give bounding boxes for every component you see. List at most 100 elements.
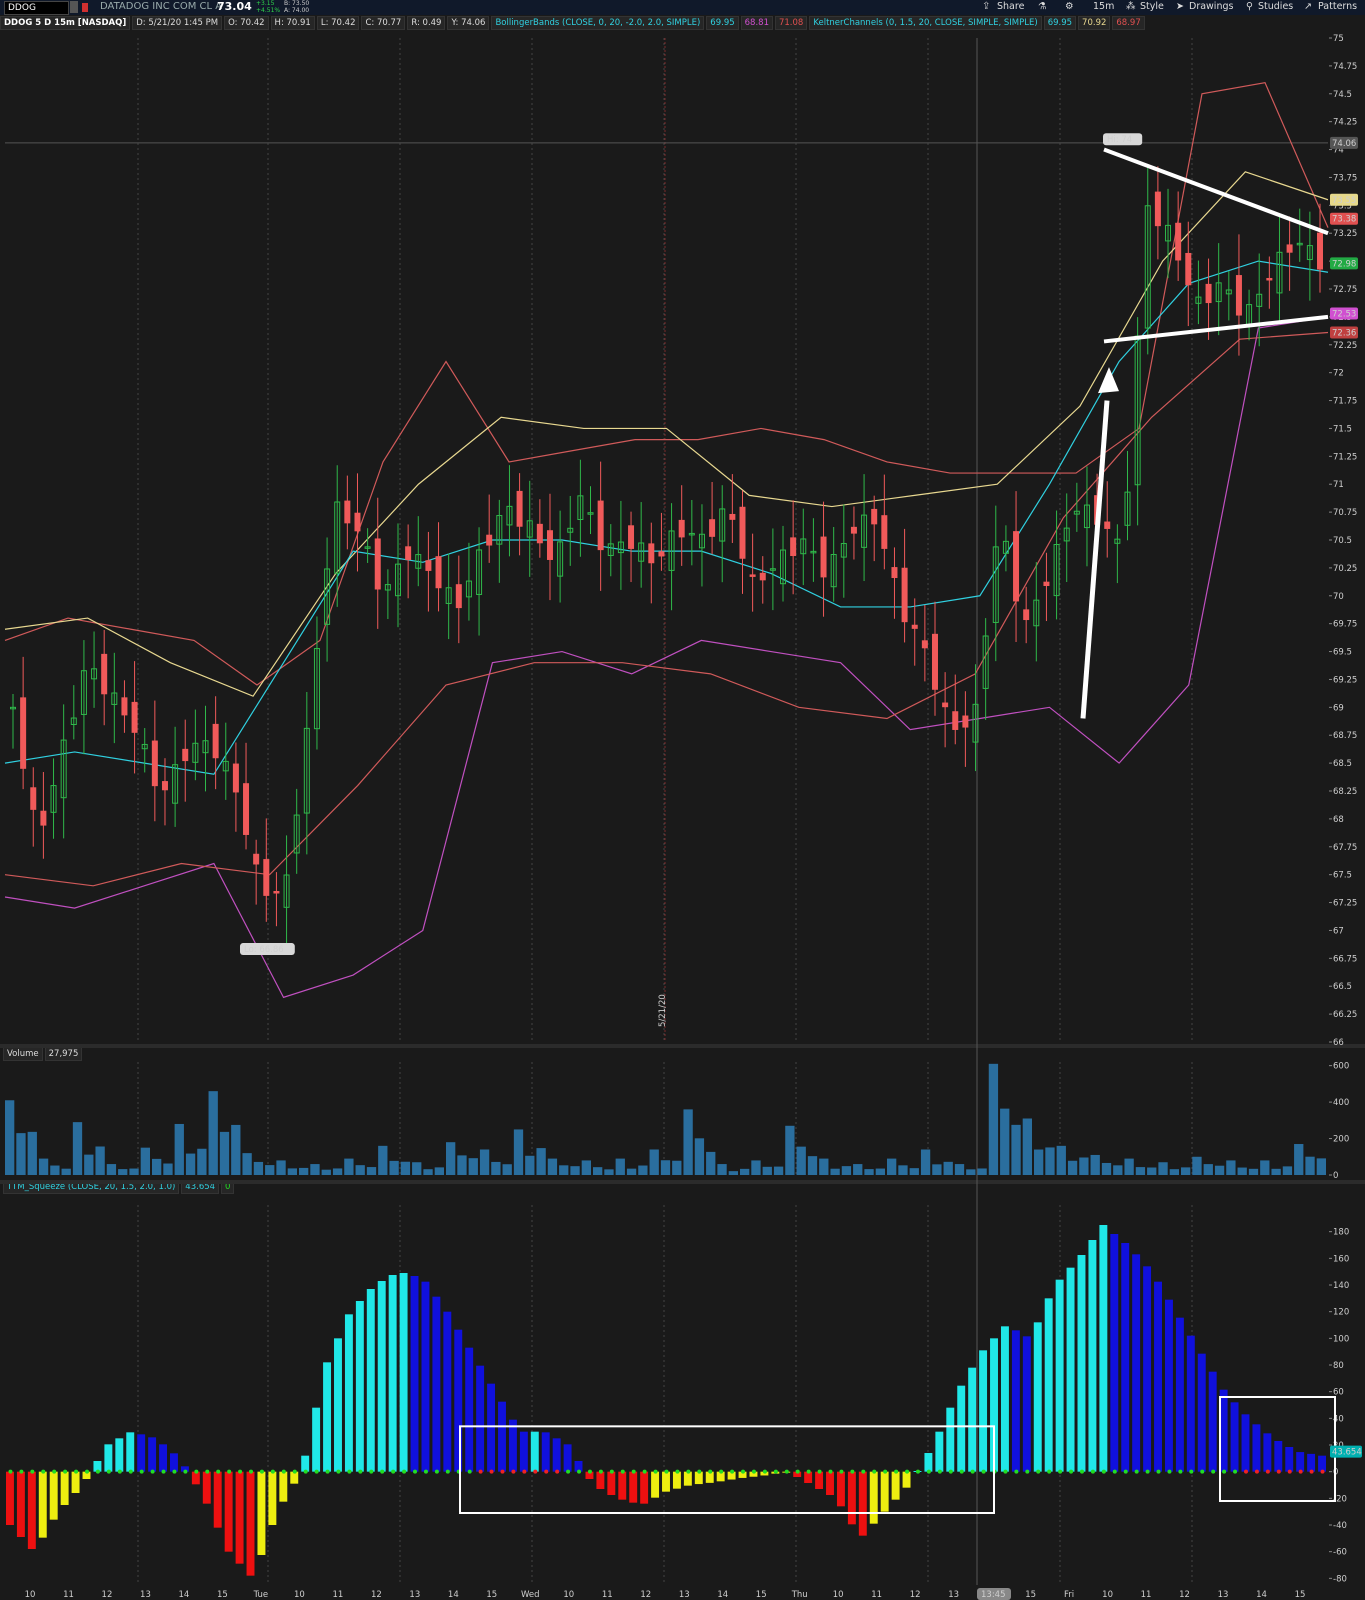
volume-bar	[525, 1155, 535, 1175]
volume-bar	[423, 1169, 433, 1175]
volume-bar	[1294, 1144, 1304, 1175]
squeeze-dot	[1189, 1469, 1194, 1474]
volume-bar	[1181, 1167, 1191, 1175]
squeeze-dot	[850, 1469, 855, 1474]
volume-bar	[1045, 1147, 1055, 1175]
candle-body	[759, 572, 766, 581]
price-tag-text: 72.98	[1332, 259, 1356, 269]
axis-tick-label: 66.75	[1333, 954, 1357, 964]
volume-bar	[502, 1164, 512, 1175]
volume-bar	[943, 1161, 953, 1175]
time-label: 14	[717, 1590, 728, 1600]
candle-body	[253, 853, 260, 865]
volume-bar	[253, 1161, 264, 1175]
momentum-bar	[552, 1438, 561, 1472]
candle-body	[1185, 252, 1192, 286]
axis-tick-label: -40	[1333, 1521, 1347, 1531]
momentum-bar	[902, 1471, 911, 1488]
squeeze-dot	[1211, 1469, 1216, 1474]
volume-bar	[61, 1168, 71, 1175]
squeeze-dot	[1156, 1469, 1161, 1474]
squeeze-dot	[577, 1469, 582, 1474]
axis-tick-label: 67.25	[1333, 899, 1357, 909]
volume-bar	[106, 1164, 117, 1175]
momentum-bar	[170, 1453, 178, 1472]
panel-separator	[0, 1044, 1365, 1048]
candle-body	[243, 783, 250, 835]
volume-bar	[875, 1168, 885, 1175]
candle-body	[1023, 609, 1030, 621]
volume-bar	[1214, 1165, 1225, 1175]
squeeze-dot	[697, 1469, 702, 1474]
squeeze-dot	[587, 1469, 592, 1474]
time-label: 10	[563, 1590, 574, 1600]
squeeze-dot	[675, 1469, 680, 1474]
squeeze-dot	[642, 1469, 647, 1474]
momentum-bar	[421, 1281, 430, 1472]
hi-label-text: Hi: 74	[1107, 135, 1132, 145]
volume-bar	[638, 1165, 648, 1175]
squeeze-dot	[1222, 1469, 1227, 1474]
volume-bar	[1135, 1167, 1146, 1175]
volume-bar	[920, 1149, 931, 1175]
candle-body	[516, 490, 523, 527]
squeeze-dot	[1047, 1469, 1052, 1474]
squeeze-dot	[959, 1469, 964, 1474]
axis-tick-label: 69.75	[1333, 620, 1357, 630]
squeeze-dot	[281, 1469, 286, 1474]
squeeze-dot	[423, 1469, 428, 1474]
candle-body	[952, 711, 959, 730]
axis-tick-label: 70.5	[1333, 536, 1352, 546]
squeeze-dot	[883, 1469, 888, 1474]
squeeze-dot	[1101, 1469, 1106, 1474]
squeeze-dot	[926, 1469, 931, 1474]
squeeze-dot	[249, 1469, 254, 1474]
squeeze-dot	[139, 1469, 144, 1474]
volume-bar	[118, 1169, 128, 1175]
time-label: 11	[871, 1590, 882, 1600]
price-tag-text: 73.38	[1332, 215, 1356, 225]
axis-tick-label: 67	[1333, 926, 1344, 936]
bollinger-lower	[4, 316, 1329, 999]
momentum-bar	[1307, 1453, 1316, 1472]
squeeze-dot	[85, 1469, 90, 1474]
squeeze-dot	[63, 1469, 68, 1474]
volume-bar	[321, 1169, 331, 1175]
axis-tick-label: 69	[1333, 703, 1344, 713]
squeeze-dot	[52, 1469, 57, 1474]
volume-bar	[400, 1161, 411, 1175]
volume-bar	[1282, 1166, 1293, 1175]
volume-bar	[1316, 1158, 1326, 1175]
axis-tick-label: 68.5	[1333, 759, 1352, 769]
squeeze-dot	[522, 1469, 527, 1474]
momentum-bar	[279, 1471, 288, 1502]
volume-bar	[378, 1145, 388, 1175]
volume-bar	[366, 1167, 377, 1175]
time-label: 15	[756, 1590, 767, 1600]
chart-canvas[interactable]: 7574.7574.574.257473.7573.573.257372.757…	[0, 0, 1365, 1600]
momentum-bar	[1044, 1298, 1053, 1472]
candle-body	[425, 560, 432, 571]
volume-bar	[740, 1168, 750, 1175]
price-tag-text: 74.06	[1332, 139, 1356, 149]
volume-bar	[660, 1160, 671, 1175]
price-tag-text: 73.55	[1332, 196, 1356, 206]
squeeze-dot	[1320, 1469, 1325, 1474]
candle-body	[942, 702, 949, 708]
axis-tick-label: 180	[1333, 1228, 1349, 1238]
axis-tick-label: 69.5	[1333, 648, 1352, 658]
squeeze-dot	[434, 1469, 439, 1474]
squeeze-dot	[380, 1469, 385, 1474]
squeeze-dot	[872, 1469, 877, 1474]
volume-bar	[208, 1091, 218, 1175]
squeeze-dot	[205, 1469, 210, 1474]
momentum-bar	[27, 1471, 36, 1549]
momentum-bar	[465, 1347, 474, 1472]
volume-bar	[276, 1160, 286, 1175]
volume-bar	[626, 1168, 637, 1175]
momentum-bar	[869, 1471, 878, 1524]
squeeze-dot	[74, 1469, 79, 1474]
momentum-bar	[257, 1471, 266, 1555]
bollinger-upper	[4, 81, 1329, 686]
squeeze-dot	[347, 1469, 352, 1474]
